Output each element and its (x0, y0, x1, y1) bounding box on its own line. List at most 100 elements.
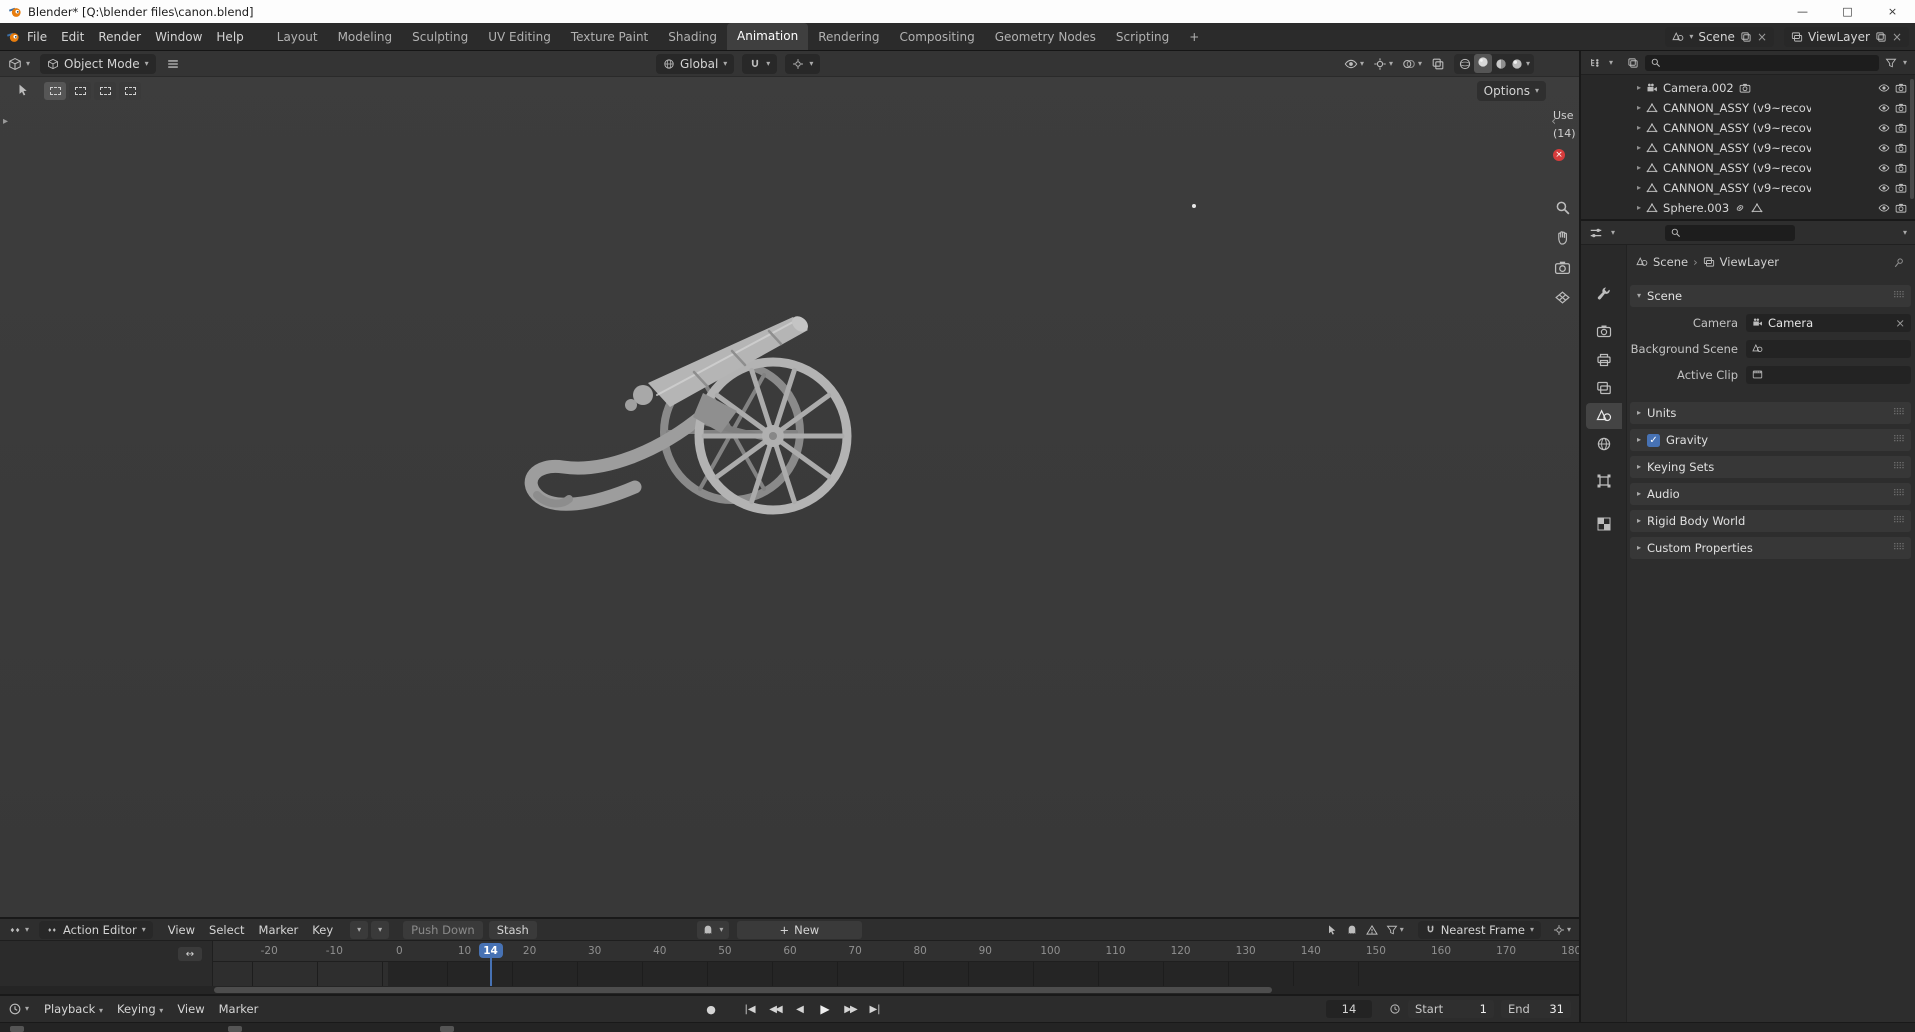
clear-camera-icon[interactable]: × (1895, 316, 1905, 330)
tab-shading[interactable]: Shading (658, 25, 727, 49)
tab-uv-editing[interactable]: UV Editing (478, 25, 561, 49)
dope-sheet-editor-icon[interactable] (8, 923, 22, 937)
panel-header-audio[interactable]: ▸ Audio ⠿⠿ (1630, 483, 1911, 505)
panel-grip-icon[interactable]: ⠿⠿ (1893, 435, 1905, 445)
outliner-item-name[interactable]: Camera.002 (1663, 81, 1734, 95)
tab-tool-properties[interactable] (1586, 281, 1622, 307)
hide-eye-icon[interactable] (1878, 182, 1890, 194)
background-scene-field[interactable] (1746, 339, 1911, 358)
expand-channels-button[interactable]: ↔ (178, 947, 202, 961)
outliner-item-name[interactable]: CANNON_ASSY (v9~recovered).002 (1663, 101, 1811, 115)
hide-eye-icon[interactable] (1878, 102, 1890, 114)
outliner-item-name[interactable]: Sphere.003 (1663, 201, 1729, 215)
action-browse-button[interactable]: ▾ (350, 920, 369, 939)
hide-eye-icon[interactable] (1878, 82, 1890, 94)
panel-grip-icon[interactable]: ⠿⠿ (1893, 408, 1905, 418)
fake-user-ghost-button[interactable]: ▾ (696, 920, 729, 939)
panel-header-scene[interactable]: ▾ Scene ⠿⠿ (1630, 285, 1911, 307)
display-mode-icon[interactable] (1627, 57, 1639, 69)
play-button[interactable]: ▶ (814, 1000, 836, 1018)
tab-rendering[interactable]: Rendering (808, 25, 889, 49)
remove-viewlayer-icon[interactable]: × (1892, 30, 1902, 44)
filter-icon[interactable] (1885, 57, 1897, 69)
add-workspace-button[interactable]: + (1179, 25, 1209, 49)
tab-texture-properties[interactable] (1586, 511, 1622, 537)
keyframe-area[interactable] (0, 962, 1579, 986)
options-dropdown[interactable]: Options ▾ (1476, 81, 1546, 101)
menu-select[interactable]: Select (202, 920, 251, 940)
expand-arrow-icon[interactable]: ▸ (1637, 204, 1641, 212)
panel-header-units[interactable]: ▸ Units ⠿⠿ (1630, 402, 1911, 424)
cannon-model[interactable] (507, 315, 855, 534)
expand-arrow-icon[interactable]: ▸ (1637, 84, 1641, 92)
unlink-scene-icon[interactable]: × (1757, 30, 1767, 44)
select-mode-new-button[interactable] (44, 82, 66, 100)
gravity-checkbox[interactable]: ✓ (1647, 433, 1661, 447)
new-action-button[interactable]: + New (736, 920, 862, 939)
panel-header-keying-sets[interactable]: ▸ Keying Sets ⠿⠿ (1630, 456, 1911, 478)
menu-help[interactable]: Help (209, 27, 250, 47)
scene-selector[interactable]: ▾ Scene × (1665, 26, 1774, 47)
render-visibility-icon[interactable] (1895, 102, 1907, 114)
expand-arrow-icon[interactable]: ▸ (1637, 164, 1641, 172)
select-mode-extend-button[interactable] (69, 82, 91, 100)
shading-solid-active[interactable] (1473, 54, 1492, 73)
breadcrumb-viewlayer[interactable]: ViewLayer (1720, 255, 1779, 269)
expand-arrow-icon[interactable]: ▸ (1637, 104, 1641, 112)
outliner-row[interactable]: ▸ Sphere.003 (1581, 198, 1915, 218)
object-visibility-dropdown[interactable]: ▾ (1344, 57, 1364, 71)
tab-output-properties[interactable] (1586, 347, 1622, 373)
tab-compositing[interactable]: Compositing (889, 25, 984, 49)
render-visibility-icon[interactable] (1895, 182, 1907, 194)
transform-orientation-dropdown[interactable]: Global ▾ (656, 53, 735, 74)
hide-eye-icon[interactable] (1878, 142, 1890, 154)
ortho-grid-icon[interactable] (1554, 289, 1571, 306)
hide-eye-icon[interactable] (1878, 162, 1890, 174)
minimize-button[interactable]: — (1780, 0, 1825, 23)
editor-mode-dropdown[interactable]: Action Editor ▾ (39, 920, 153, 939)
outliner-row[interactable]: ▸ CANNON_ASSY (v9~recovered).002 (1581, 98, 1915, 118)
panel-grip-icon[interactable]: ⠿⠿ (1893, 462, 1905, 472)
outliner-editor-icon[interactable] (1589, 56, 1603, 70)
editor-type-icon[interactable] (8, 57, 22, 71)
new-scene-icon[interactable] (1740, 31, 1752, 43)
menu-view-timeline[interactable]: View (170, 999, 211, 1019)
outliner-row[interactable]: ▸ CANNON_ASSY (v9~recovered).006 (1581, 178, 1915, 198)
outliner-row[interactable]: ▸ CANNON_ASSY (v9~recovered).005 (1581, 158, 1915, 178)
tab-geometry-nodes[interactable]: Geometry Nodes (985, 25, 1106, 49)
outliner-row[interactable]: ▸ CANNON_ASSY (v9~recovered).004 (1581, 138, 1915, 158)
maximize-button[interactable]: □ (1825, 0, 1870, 23)
zoom-gizmo-icon[interactable] (1554, 199, 1571, 216)
expand-arrow-icon[interactable]: ▸ (1637, 144, 1641, 152)
camera-field[interactable]: Camera × (1746, 313, 1911, 332)
panel-header-rigid-body-world[interactable]: ▸ Rigid Body World ⠿⠿ (1630, 510, 1911, 532)
outliner-item-name[interactable]: CANNON_ASSY (v9~recovered).004 (1663, 141, 1811, 155)
proportional-editing-toggle[interactable]: ▾ (785, 53, 821, 74)
shading-rendered-icon[interactable] (1510, 57, 1524, 71)
new-viewlayer-icon[interactable] (1875, 31, 1887, 43)
outliner-scrollbar[interactable] (1910, 79, 1914, 199)
active-clip-field[interactable] (1746, 365, 1911, 384)
outliner-row[interactable]: ▸ CANNON_ASSY (v9~recovered).003 (1581, 118, 1915, 138)
end-frame-field[interactable]: End 31 (1501, 1000, 1571, 1018)
panel-grip-icon[interactable]: ⠿⠿ (1893, 516, 1905, 526)
tab-modeling[interactable]: Modeling (328, 25, 403, 49)
viewport-3d[interactable]: ▾ Object Mode ▾ Global ▾ ▾ ▾ ▾ ▾ ▾ ▾ Opt… (0, 51, 1579, 917)
tab-scripting[interactable]: Scripting (1106, 25, 1179, 49)
snap-mode-dropdown[interactable]: Nearest Frame ▾ (1417, 920, 1541, 939)
overlays-dropdown[interactable]: ▾ (1402, 57, 1422, 71)
viewlayer-selector[interactable]: ViewLayer × (1784, 26, 1909, 47)
current-frame-field[interactable]: 14 (1326, 1000, 1372, 1018)
menu-playback[interactable]: Playback ▾ (37, 999, 110, 1019)
hide-eye-icon[interactable] (1878, 202, 1890, 214)
tab-object-properties[interactable] (1586, 468, 1622, 494)
tab-animation[interactable]: Animation (727, 23, 809, 50)
render-visibility-icon[interactable] (1895, 142, 1907, 154)
properties-editor-icon[interactable] (1589, 226, 1603, 240)
tab-layout[interactable]: Layout (267, 25, 328, 49)
pan-hand-icon[interactable] (1554, 229, 1571, 246)
outliner-item-name[interactable]: CANNON_ASSY (v9~recovered).003 (1663, 121, 1811, 135)
action-options-button[interactable]: ▾ (371, 920, 390, 939)
jump-end-button[interactable]: ▶| (864, 1000, 886, 1018)
menu-render[interactable]: Render (91, 27, 148, 47)
